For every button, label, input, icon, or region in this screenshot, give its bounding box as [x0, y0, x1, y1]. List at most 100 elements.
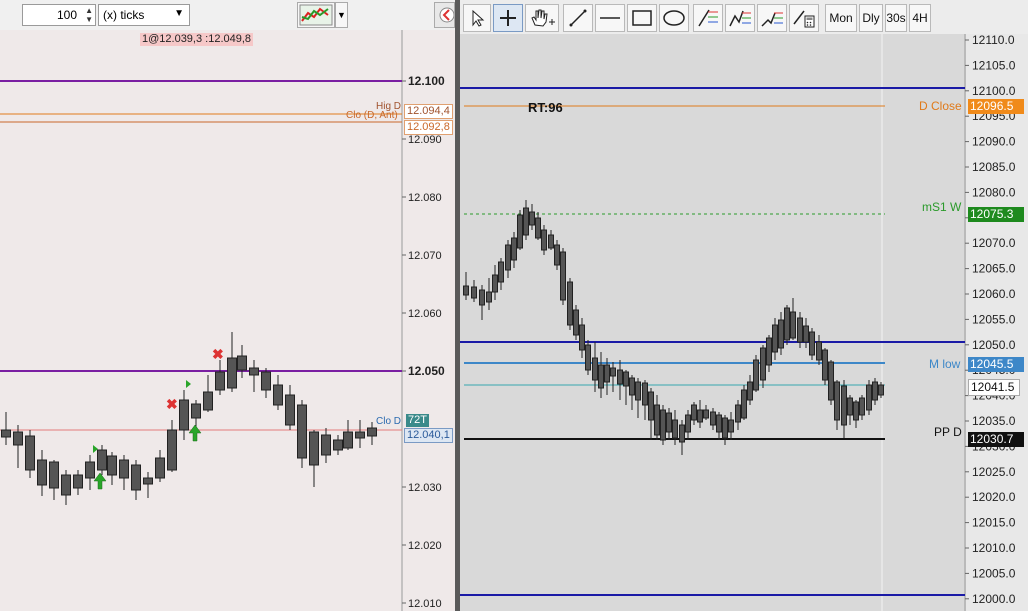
high-d-badge: 12.094,4 [404, 104, 453, 119]
rt-label: RT:96 [528, 100, 563, 115]
candle-body [505, 244, 511, 271]
candle-body [297, 404, 307, 459]
candle-body [716, 414, 722, 433]
candle-body [567, 281, 573, 326]
candle-body [498, 261, 504, 283]
left-candles [1, 332, 377, 505]
candle-body [492, 274, 498, 293]
candle-body [803, 325, 809, 343]
right-price-axis: 12110.012105.012100.012095.012090.012085… [965, 33, 1016, 606]
candle-body [237, 355, 247, 371]
candle-body [760, 347, 766, 381]
left-price-axis: 12.100 12.090 12.080 12.070 12.060 12.050 12.0… [402, 74, 445, 610]
left-axis-tick-label: 12.070 [408, 250, 442, 262]
candle-body [13, 431, 23, 446]
candle-body [155, 457, 165, 479]
candle-body [703, 409, 709, 419]
candle-body [131, 464, 141, 491]
candle-body [672, 419, 678, 439]
right-axis-tick-label: 12050.0 [972, 338, 1016, 352]
right-axis-tick-label: 12080.0 [972, 185, 1016, 199]
candle-body [61, 474, 71, 496]
right-axis-tick-label: 12100.0 [972, 84, 1016, 98]
candle-body [585, 344, 591, 371]
candle-body [548, 234, 554, 249]
candle-body [560, 251, 566, 301]
candle-body [722, 417, 728, 439]
candle-body [753, 359, 759, 391]
candle-body [367, 427, 377, 437]
candle-body [797, 317, 803, 343]
tick-count-badge: 72T [406, 414, 429, 427]
candle-body [629, 377, 635, 396]
right-axis-tick-label: 12110.0 [972, 33, 1015, 47]
pp-d-label: PP D [934, 425, 962, 439]
candle-body [1, 429, 11, 438]
candle-body [772, 324, 778, 353]
candle-body [143, 477, 153, 485]
candle-body [119, 459, 129, 479]
right-axis-tick-label: 12000.0 [972, 592, 1016, 606]
left-chart-pane[interactable]: 100 ▲ ▼ (x) ticks ▼ ▼ 1@12.039,3 :12.049,… [0, 0, 455, 611]
candle-body [355, 431, 365, 439]
candle-body [784, 307, 790, 341]
candle-body [579, 324, 585, 351]
candle-body [847, 397, 853, 416]
right-chart-pane[interactable]: Mon Dly 30s 4H 12110.0 12105.0 12100.0 1209… [460, 0, 1028, 611]
candle-body [463, 285, 469, 296]
candle-body [766, 337, 772, 366]
candle-body [107, 455, 117, 476]
m-low-label: M low [929, 357, 961, 371]
candle-body [604, 364, 610, 383]
left-axis-tick-label: 12.100 [408, 74, 445, 88]
candle-body [471, 286, 477, 299]
candle-body [691, 404, 697, 421]
left-axis-tick-label: 12.030 [408, 482, 442, 494]
candle-body [617, 369, 623, 385]
candle-body [486, 291, 492, 303]
candle-body [778, 319, 784, 349]
right-axis-tick-label: 12020.0 [972, 490, 1016, 504]
right-axis-tick-label: 12035.0 [972, 414, 1016, 428]
candle-body [741, 389, 747, 419]
right-axis-tick-label: 12085.0 [972, 160, 1016, 174]
candle-body [479, 289, 485, 306]
candle-body [822, 349, 828, 381]
candle-body [841, 385, 847, 426]
candle-body [735, 404, 741, 423]
candle-body [529, 211, 535, 226]
candle-body [853, 401, 859, 421]
left-axis-tick-label: 12.010 [408, 598, 442, 610]
candle-body [261, 371, 271, 391]
right-axis-tick-label: 12015.0 [972, 516, 1016, 530]
last-price-badge: 12.040,1 [404, 428, 453, 443]
left-axis-tick-label: 12.090 [408, 134, 442, 146]
right-axis-tick-label: 12070.0 [972, 236, 1016, 250]
candle-body [790, 311, 796, 339]
sell-signal-x-icon: ✖ [166, 396, 178, 412]
left-price-chart: 12.100 12.090 12.080 12.070 12.060 12.050 12.0… [0, 30, 445, 611]
candle-body [554, 244, 560, 266]
close-d-label: Clo D [376, 416, 402, 427]
ms1w-label: mS1 W [922, 200, 962, 214]
candle-body [710, 411, 716, 426]
right-axis-tick-label: 12025.0 [972, 465, 1016, 479]
m-low-badge: 12045.5 [968, 357, 1024, 372]
candle-body [872, 381, 878, 401]
candle-body [511, 237, 517, 261]
candle-body [728, 419, 734, 433]
candle-body [167, 429, 177, 471]
left-axis-tick-label: 12.080 [408, 192, 442, 204]
candle-body [523, 207, 529, 236]
buy-arrow-up-icon [93, 472, 107, 490]
right-axis-tick-label: 12060.0 [972, 287, 1016, 301]
candle-body [333, 439, 343, 451]
candle-body [73, 474, 83, 489]
candle-body [227, 357, 237, 389]
candle-body [878, 384, 884, 396]
candle-body [828, 361, 834, 401]
candle-body [747, 381, 753, 401]
candle-body [517, 214, 523, 249]
right-axis-tick-label: 12010.0 [972, 541, 1016, 555]
candle-body [642, 382, 648, 406]
